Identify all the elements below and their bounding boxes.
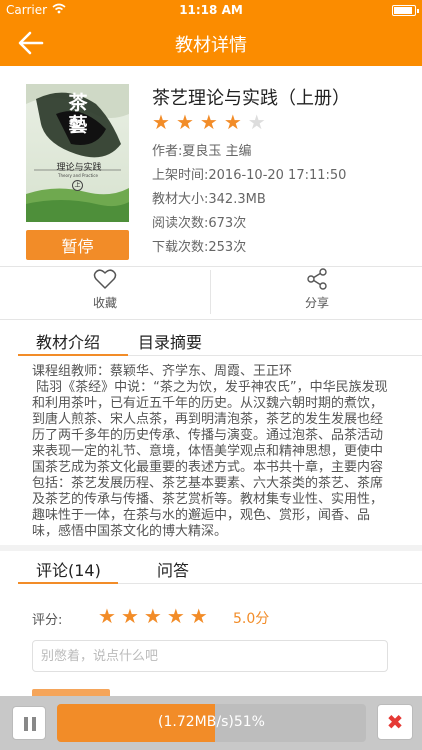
book-published: 上架时间:2016-10-20 17:11:50 <box>152 168 347 183</box>
cover-title: 茶藝 <box>68 92 88 136</box>
star-icon[interactable]: ★ <box>121 606 139 626</box>
download-progress-text: (1.72MB/s)51% <box>158 714 265 730</box>
rating-score: 5.0分 <box>233 611 270 627</box>
cover-volume: 上 <box>72 180 83 191</box>
tab-intro-indicator <box>18 354 128 356</box>
star-icon: ★ <box>247 110 266 134</box>
divider <box>118 583 422 584</box>
book-cover: 茶藝 理论与实践 Theory and Practice 上 <box>26 84 129 222</box>
tab-toc[interactable]: 目录摘要 <box>138 329 202 353</box>
close-icon: ✖ <box>386 710 404 734</box>
divider <box>128 355 422 356</box>
pause-download-button[interactable]: 暂停 <box>26 230 129 260</box>
download-bar: (1.72MB/s)51% ✖ <box>0 696 422 750</box>
book-size: 教材大小:342.3MB <box>152 192 266 207</box>
cancel-download-button[interactable]: ✖ <box>377 704 413 740</box>
star-icon: ★ <box>152 110 170 134</box>
pause-icon <box>24 717 28 731</box>
nav-bar: 教材详情 <box>0 20 422 66</box>
star-icon[interactable]: ★ <box>190 606 208 626</box>
favorite-button[interactable]: 收藏 <box>26 268 184 316</box>
tab-qa[interactable]: 问答 <box>157 557 189 581</box>
tab-intro[interactable]: 教材介绍 <box>36 329 100 353</box>
favorite-label: 收藏 <box>92 296 117 310</box>
divider <box>210 270 211 314</box>
status-bar: Carrier 11:18 AM <box>0 0 422 20</box>
share-icon <box>307 268 327 290</box>
status-time: 11:18 AM <box>179 3 243 17</box>
pause-icon-bar <box>32 717 36 731</box>
download-progress: (1.72MB/s)51% <box>57 704 366 742</box>
share-button[interactable]: 分享 <box>238 268 396 316</box>
book-reads: 阅读次数:673次 <box>152 216 247 231</box>
cover-subtitle-en: Theory and Practice <box>58 173 98 178</box>
divider <box>0 266 422 267</box>
cover-subtitle: 理论与实践 <box>56 163 102 173</box>
star-icon: ★ <box>175 110 194 134</box>
share-label: 分享 <box>304 296 329 310</box>
battery-icon <box>392 5 419 16</box>
book-author: 作者:夏良玉 主编 <box>152 144 252 159</box>
book-downloads: 下载次数:253次 <box>152 240 247 255</box>
tab-comments[interactable]: 评论(14) <box>36 557 101 581</box>
comment-input[interactable] <box>32 640 388 672</box>
pause-button[interactable] <box>12 706 46 740</box>
rating-label: 评分: <box>32 613 63 628</box>
book-rating: ★ ★ ★ ★ ★ <box>152 112 272 132</box>
intro-text: 课程组教师：蔡颖华、齐学东、周霞、王正环 陆羽《茶经》中说：“茶之为饮，发乎神农… <box>32 364 388 539</box>
divider <box>0 545 422 551</box>
page-title: 教材详情 <box>175 35 247 56</box>
rating-stars[interactable]: ★ ★ ★ ★ ★ <box>98 606 213 626</box>
star-icon[interactable]: ★ <box>167 606 185 626</box>
divider <box>0 319 422 320</box>
heart-icon <box>93 269 117 289</box>
star-icon[interactable]: ★ <box>98 606 116 626</box>
star-icon: ★ <box>223 110 242 134</box>
tab-comments-indicator <box>18 582 118 584</box>
book-title: 茶艺理论与实践（上册） <box>152 88 350 109</box>
star-icon[interactable]: ★ <box>144 606 162 626</box>
star-icon: ★ <box>199 110 218 134</box>
